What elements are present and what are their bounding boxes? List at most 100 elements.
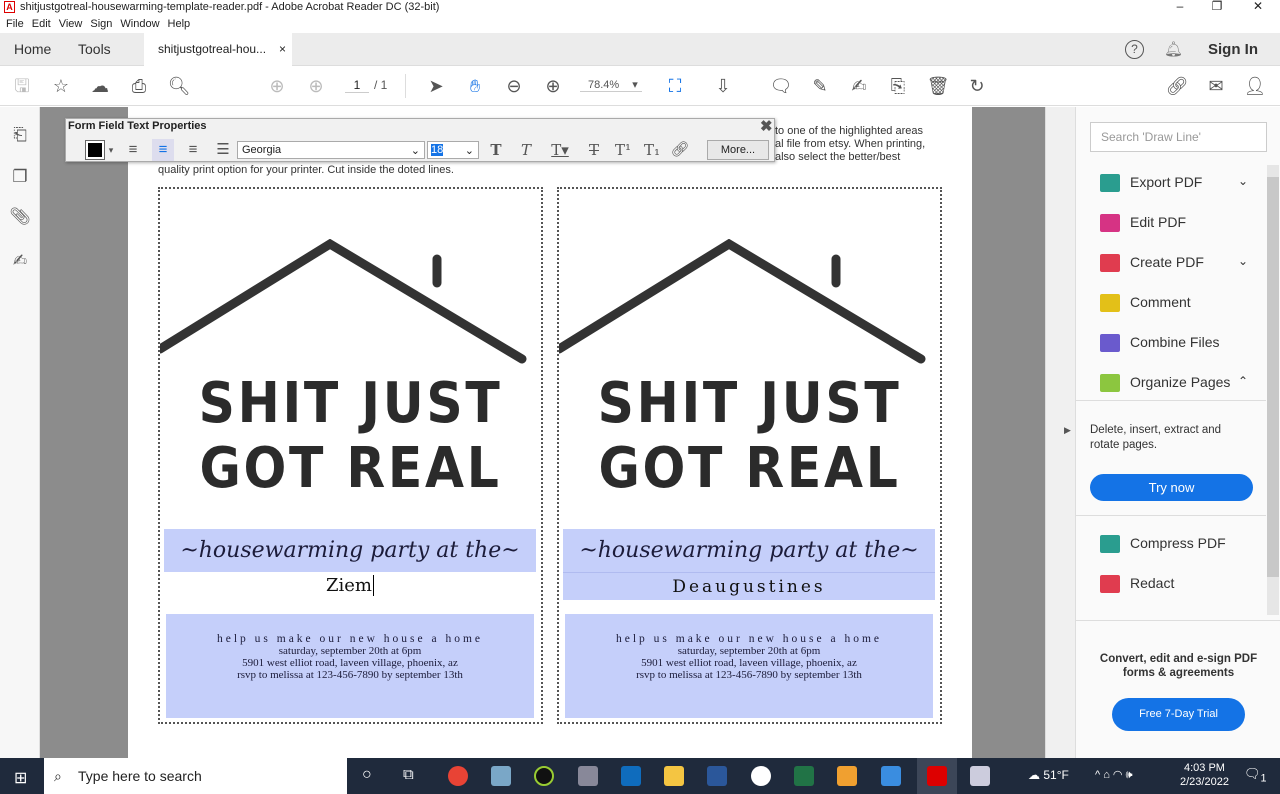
help-icon[interactable]: ? [1125, 40, 1144, 59]
file-explorer-icon[interactable] [664, 766, 684, 786]
bold-icon[interactable]: T [486, 139, 506, 161]
menu-sign[interactable]: Sign [90, 16, 112, 32]
subscript-icon[interactable]: T₁ [641, 139, 663, 161]
tool-compress-pdf[interactable]: Compress PDF [1100, 532, 1226, 554]
superscript-icon[interactable]: T¹ [612, 139, 634, 161]
windows-start-icon[interactable]: ⊞ [14, 768, 27, 788]
sign-in-button[interactable]: Sign In [1208, 41, 1258, 58]
clock[interactable]: 4:03 PM 2/23/2022 [1180, 761, 1229, 789]
share-link-icon[interactable]: 🔗︎ [1165, 75, 1189, 97]
bell-icon[interactable]: 🔔︎ [1164, 40, 1183, 58]
cloud-upload-icon[interactable]: ☁ [88, 75, 112, 97]
maximize-button[interactable]: ❐ [1197, 0, 1237, 14]
tool-comment[interactable]: Comment [1100, 291, 1191, 313]
menu-help[interactable]: Help [168, 16, 191, 32]
zoom-in-icon[interactable]: ⊕ [541, 75, 565, 97]
zoom-select[interactable]: 78.4% ▾ [580, 78, 642, 92]
justify-icon[interactable]: ☰ [212, 139, 234, 161]
email-icon[interactable]: ✉ [1204, 75, 1228, 97]
calculator-icon[interactable] [578, 766, 598, 786]
close-window-button[interactable]: ✕ [1238, 0, 1278, 14]
tab-document[interactable]: shitjustgotreal-hou... × [144, 33, 292, 67]
text-color-swatch[interactable] [85, 140, 105, 160]
signature-icon[interactable]: ✍︎ [8, 251, 32, 275]
document-search-icon[interactable]: ⎗ [8, 125, 32, 149]
rotate-icon[interactable]: ↻ [965, 75, 989, 97]
hand-tool-icon[interactable]: ✋︎ [463, 75, 487, 97]
app-icon[interactable] [970, 766, 990, 786]
italic-icon[interactable]: T [516, 139, 536, 161]
edit-pages-icon[interactable]: ⎘ [886, 75, 910, 97]
tab-home[interactable]: Home [14, 33, 51, 66]
menu-view[interactable]: View [59, 16, 83, 32]
tool-export-pdf[interactable]: Export PDF [1100, 171, 1202, 193]
tool-redact[interactable]: Redact [1100, 572, 1174, 594]
comment-icon[interactable]: 🗨︎ [769, 75, 793, 97]
delete-icon[interactable]: 🗑︎ [926, 75, 950, 97]
font-select[interactable]: Georgia ⌄ [237, 141, 425, 159]
minimize-button[interactable]: – [1160, 0, 1200, 14]
select-pointer-icon[interactable]: ➤ [424, 75, 448, 97]
add-user-icon[interactable]: 👤︎ [1243, 75, 1267, 97]
tool-create-pdf[interactable]: Create PDF [1100, 251, 1204, 273]
cortana-icon[interactable]: ○ [362, 766, 372, 784]
align-right-icon[interactable]: ≡ [182, 139, 204, 161]
tab-close-icon[interactable]: × [279, 33, 286, 66]
media-player-icon[interactable] [837, 766, 857, 786]
taskbar-search-input[interactable]: ⌕ Type here to search [44, 758, 347, 794]
tab-tools[interactable]: Tools [78, 33, 111, 66]
word-icon[interactable] [707, 766, 727, 786]
page-number-input[interactable]: 1 [345, 78, 369, 93]
star-icon[interactable]: ☆ [49, 75, 73, 97]
highlight-pen-icon[interactable]: ✎ [808, 75, 832, 97]
chevron-icon[interactable]: ⌃ [1238, 374, 1248, 388]
pages-thumbnail-icon[interactable]: ❐ [8, 167, 32, 191]
next-page-icon[interactable]: ⊕ [304, 75, 328, 97]
underline-icon[interactable]: T▾ [546, 139, 574, 161]
page-fit-icon[interactable]: ⛶ [663, 75, 687, 97]
task-view-icon[interactable]: ⧉ [403, 766, 414, 783]
tool-combine-files[interactable]: Combine Files [1100, 331, 1219, 353]
system-tray-icons[interactable]: ^ ⌂ ◠ 🕪︎ [1095, 768, 1133, 782]
photos-icon[interactable] [881, 766, 901, 786]
font-size-select[interactable]: 18 ⌄ [427, 141, 479, 159]
attachment-icon[interactable]: 📎︎ [8, 207, 32, 231]
print-icon[interactable]: ⎙ [127, 75, 151, 97]
color-dropdown-icon[interactable]: ▾ [106, 139, 116, 161]
search-icon[interactable]: 🔍︎ [167, 75, 191, 97]
family-name-field[interactable]: Ziem [164, 572, 536, 600]
scroll-mode-icon[interactable]: ⇩ [711, 75, 735, 97]
excel-icon[interactable] [794, 766, 814, 786]
app-icon[interactable] [534, 766, 554, 786]
chevron-icon[interactable]: ⌄ [1238, 254, 1248, 268]
app-icon[interactable] [491, 766, 511, 786]
close-panel-icon[interactable]: ✖ [760, 117, 773, 135]
free-trial-button[interactable]: Free 7-Day Trial [1112, 698, 1245, 731]
tool-edit-pdf[interactable]: Edit PDF [1100, 211, 1186, 233]
strikethrough-icon[interactable]: T [584, 139, 604, 161]
link-icon[interactable]: 🔗︎ [669, 139, 691, 161]
align-left-icon[interactable]: ≡ [122, 139, 144, 161]
scrollbar-track[interactable]: ▶ [1045, 107, 1075, 758]
menu-file[interactable]: File [6, 16, 24, 32]
chevron-icon[interactable]: ⌄ [1238, 174, 1248, 188]
weather-widget[interactable]: ☁ 51°F [1028, 768, 1069, 782]
outlook-icon[interactable] [621, 766, 641, 786]
chrome-icon[interactable] [448, 766, 468, 786]
panel-scrollbar[interactable] [1267, 165, 1279, 615]
tools-search-input[interactable]: Search 'Draw Line' [1090, 122, 1267, 152]
expand-right-panel-icon[interactable]: ▶ [1064, 425, 1071, 436]
zoom-out-icon[interactable]: ⊖ [502, 75, 526, 97]
camera-app-icon[interactable] [751, 766, 771, 786]
acrobat-taskbar-button[interactable] [917, 758, 957, 794]
previous-page-icon[interactable]: ⊕ [265, 75, 289, 97]
family-name-field[interactable]: Deaugustines [563, 572, 935, 600]
align-center-icon[interactable]: ≡ [152, 139, 174, 161]
menu-window[interactable]: Window [120, 16, 159, 32]
save-icon[interactable]: 🖫 [10, 75, 34, 97]
menu-edit[interactable]: Edit [32, 16, 51, 32]
notifications-icon[interactable]: 🗨︎1 [1244, 766, 1267, 785]
try-now-button[interactable]: Try now [1090, 474, 1253, 501]
more-button[interactable]: More... [707, 140, 769, 160]
tool-organize-pages[interactable]: Organize Pages [1100, 371, 1230, 393]
